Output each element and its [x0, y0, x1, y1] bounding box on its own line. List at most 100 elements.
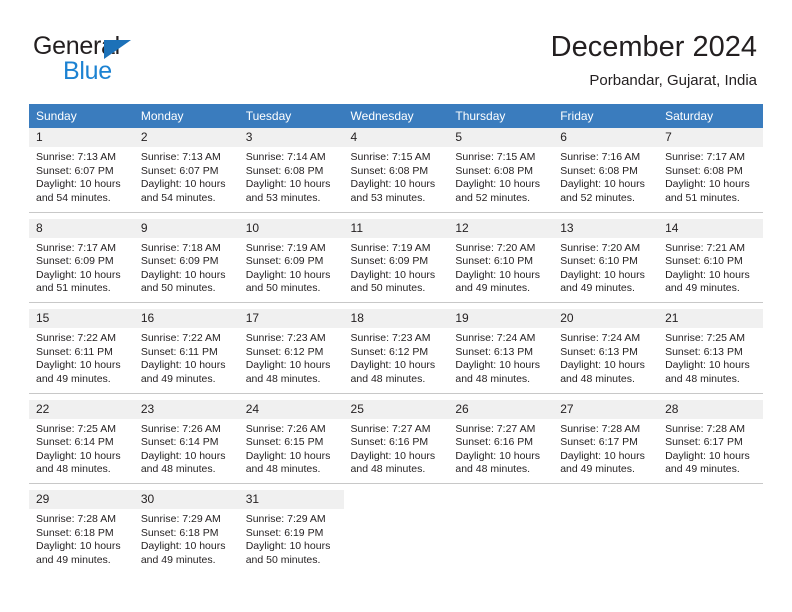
daylight-duration-line2: and 49 minutes.	[665, 463, 740, 476]
sunset-time: Sunset: 6:10 PM	[665, 255, 743, 268]
day-number: 25	[343, 399, 449, 419]
calendar-page: General Blue December 2024 Porbandar, Gu…	[0, 0, 792, 612]
daylight-duration-line2: and 48 minutes.	[350, 463, 426, 476]
daylight-duration-line1: Daylight: 10 hours	[350, 178, 436, 191]
calendar-day-cell[interactable]: 22 Sunrise: 7:25 AM Sunset: 6:14 PM Dayligh…	[29, 399, 134, 484]
calendar-day-cell[interactable]: 14 Sunrise: 7:21 AM Sunset: 6:10 PM Dayligh…	[658, 218, 763, 303]
sunrise-time: Sunrise: 7:29 AM	[140, 513, 221, 525]
daylight-duration-line2: and 50 minutes.	[245, 553, 321, 566]
day-number: 19	[448, 309, 554, 328]
sunrise-time: Sunrise: 7:15 AM	[455, 151, 536, 163]
calendar-day-cell[interactable]: 18 Sunrise: 7:23 AM Sunset: 6:12 PM Dayligh…	[343, 309, 449, 393]
daylight-duration-line1: Daylight: 10 hours	[665, 268, 750, 281]
calendar-day-cell[interactable]: 31 Sunrise: 7:29 AM Sunset: 6:19 PM Dayligh…	[238, 490, 344, 574]
daylight-duration-line2: and 50 minutes.	[140, 282, 216, 295]
calendar-day-cell[interactable]: 13 Sunrise: 7:20 AM Sunset: 6:10 PM Dayligh…	[553, 218, 659, 303]
daylight-duration-line1: Daylight: 10 hours	[245, 359, 331, 372]
day-sun-info: Sunrise: 7:16 AM Sunset: 6:08 PM Daylight:…	[553, 147, 658, 205]
day-sun-info: Sunrise: 7:23 AM Sunset: 6:12 PM Daylight:…	[239, 328, 344, 386]
day-number: 18	[343, 309, 449, 328]
daylight-duration-line2: and 50 minutes.	[245, 282, 321, 295]
sunrise-time: Sunrise: 7:25 AM	[665, 332, 746, 344]
sunset-time: Sunset: 6:10 PM	[455, 255, 534, 268]
day-sun-info: Sunrise: 7:24 AM Sunset: 6:13 PM Daylight:…	[553, 328, 658, 386]
daylight-duration-line1: Daylight: 10 hours	[36, 540, 121, 553]
day-sun-info: Sunrise: 7:15 AM Sunset: 6:08 PM Daylight:…	[448, 147, 553, 205]
weekday-header-saturday: Saturday	[658, 104, 763, 128]
day-number: 3	[238, 128, 344, 147]
daylight-duration-line2: and 48 minutes.	[665, 372, 740, 385]
calendar-day-cell[interactable]: 17 Sunrise: 7:23 AM Sunset: 6:12 PM Dayligh…	[238, 309, 344, 393]
calendar-day-cell[interactable]: 11 Sunrise: 7:19 AM Sunset: 6:09 PM Dayligh…	[343, 218, 449, 303]
day-sun-info	[553, 509, 658, 513]
calendar-day-cell[interactable]: 1 Sunrise: 7:13 AM Sunset: 6:07 PM Daylight…	[29, 128, 134, 212]
sunrise-time: Sunrise: 7:29 AM	[245, 513, 326, 525]
calendar-day-cell[interactable]: 15 Sunrise: 7:22 AM Sunset: 6:11 PM Dayligh…	[29, 309, 134, 393]
day-number: 24	[238, 399, 344, 419]
calendar-day-cell[interactable]: 12 Sunrise: 7:20 AM Sunset: 6:10 PM Dayligh…	[448, 218, 554, 303]
calendar-day-cell[interactable]: 19 Sunrise: 7:24 AM Sunset: 6:13 PM Dayligh…	[448, 309, 554, 393]
day-sun-info: Sunrise: 7:23 AM Sunset: 6:12 PM Daylight:…	[344, 328, 449, 386]
calendar-day-cell[interactable]: 23 Sunrise: 7:26 AM Sunset: 6:14 PM Dayligh…	[133, 399, 239, 484]
calendar-day-cell[interactable]: 21 Sunrise: 7:25 AM Sunset: 6:13 PM Dayligh…	[658, 309, 763, 393]
day-sun-info: Sunrise: 7:19 AM Sunset: 6:09 PM Daylight:…	[344, 238, 449, 296]
day-sun-info: Sunrise: 7:25 AM Sunset: 6:13 PM Daylight:…	[658, 328, 763, 386]
day-number: 5	[448, 128, 554, 147]
calendar-day-cell[interactable]: 28 Sunrise: 7:28 AM Sunset: 6:17 PM Dayligh…	[658, 399, 763, 484]
sunset-time: Sunset: 6:09 PM	[140, 255, 219, 268]
daylight-duration-line2: and 48 minutes.	[245, 463, 321, 476]
calendar-day-cell[interactable]: 7 Sunrise: 7:17 AM Sunset: 6:08 PM Daylight…	[658, 128, 763, 212]
calendar-day-cell[interactable]: 30 Sunrise: 7:29 AM Sunset: 6:18 PM Dayligh…	[133, 490, 239, 574]
calendar-day-cell[interactable]: 9 Sunrise: 7:18 AM Sunset: 6:09 PM Daylight…	[133, 218, 239, 303]
daylight-duration-line2: and 48 minutes.	[36, 463, 111, 476]
calendar-day-cell[interactable]: 25 Sunrise: 7:27 AM Sunset: 6:16 PM Dayligh…	[343, 399, 449, 484]
sunset-time: Sunset: 6:13 PM	[560, 345, 638, 358]
calendar-day-cell[interactable]: 2 Sunrise: 7:13 AM Sunset: 6:07 PM Daylight…	[133, 128, 239, 212]
daylight-duration-line2: and 49 minutes.	[560, 282, 635, 295]
calendar-day-cell[interactable]: 3 Sunrise: 7:14 AM Sunset: 6:08 PM Daylight…	[238, 128, 344, 212]
calendar-grid: Sunday Monday Tuesday Wednesday Thursday…	[29, 104, 763, 574]
calendar-week-row: 22 Sunrise: 7:25 AM Sunset: 6:14 PM Dayligh…	[29, 399, 763, 484]
day-sun-info: Sunrise: 7:28 AM Sunset: 6:17 PM Daylight:…	[553, 419, 658, 477]
sunset-time: Sunset: 6:14 PM	[36, 436, 114, 449]
day-number: 7	[658, 128, 763, 147]
daylight-duration-line1: Daylight: 10 hours	[140, 449, 226, 462]
calendar-day-cell[interactable]: 16 Sunrise: 7:22 AM Sunset: 6:11 PM Dayligh…	[133, 309, 239, 393]
day-number	[448, 490, 554, 509]
calendar-week-row: 1 Sunrise: 7:13 AM Sunset: 6:07 PM Daylight…	[29, 128, 763, 212]
calendar-day-cell[interactable]: 26 Sunrise: 7:27 AM Sunset: 6:16 PM Dayligh…	[448, 399, 554, 484]
daylight-duration-line1: Daylight: 10 hours	[140, 178, 226, 191]
sunset-time: Sunset: 6:08 PM	[665, 164, 743, 177]
calendar-day-cell[interactable]: 5 Sunrise: 7:15 AM Sunset: 6:08 PM Daylight…	[448, 128, 554, 212]
sunset-time: Sunset: 6:18 PM	[36, 526, 114, 539]
calendar-day-cell[interactable]: 6 Sunrise: 7:16 AM Sunset: 6:08 PM Daylight…	[553, 128, 659, 212]
day-number: 17	[238, 309, 344, 328]
calendar-day-cell[interactable]: 8 Sunrise: 7:17 AM Sunset: 6:09 PM Daylight…	[29, 218, 134, 303]
calendar-day-cell[interactable]: 20 Sunrise: 7:24 AM Sunset: 6:13 PM Dayligh…	[553, 309, 659, 393]
calendar-day-cell[interactable]: 29 Sunrise: 7:28 AM Sunset: 6:18 PM Dayligh…	[29, 490, 134, 574]
calendar-day-cell[interactable]: 4 Sunrise: 7:15 AM Sunset: 6:08 PM Daylight…	[343, 128, 449, 212]
daylight-duration-line1: Daylight: 10 hours	[560, 178, 645, 191]
day-sun-info: Sunrise: 7:13 AM Sunset: 6:07 PM Daylight:…	[134, 147, 239, 205]
daylight-duration-line1: Daylight: 10 hours	[350, 449, 436, 462]
day-number: 29	[29, 490, 134, 509]
sunset-time: Sunset: 6:17 PM	[665, 436, 743, 449]
sunset-time: Sunset: 6:13 PM	[455, 345, 534, 358]
sunrise-time: Sunrise: 7:17 AM	[665, 151, 746, 163]
day-sun-info: Sunrise: 7:18 AM Sunset: 6:09 PM Daylight:…	[134, 238, 239, 296]
sunset-time: Sunset: 6:10 PM	[560, 255, 638, 268]
sunrise-time: Sunrise: 7:18 AM	[140, 241, 221, 254]
day-sun-info: Sunrise: 7:24 AM Sunset: 6:13 PM Daylight:…	[448, 328, 553, 386]
day-number: 30	[133, 490, 239, 509]
sunset-time: Sunset: 6:17 PM	[560, 436, 638, 449]
calendar-day-cell[interactable]: 24 Sunrise: 7:26 AM Sunset: 6:15 PM Dayligh…	[238, 399, 344, 484]
day-sun-info: Sunrise: 7:29 AM Sunset: 6:19 PM Daylight:…	[239, 509, 344, 567]
calendar-head: Sunday Monday Tuesday Wednesday Thursday…	[29, 104, 763, 128]
daylight-duration-line2: and 49 minutes.	[36, 372, 111, 385]
calendar-day-cell[interactable]: 27 Sunrise: 7:28 AM Sunset: 6:17 PM Dayligh…	[553, 399, 659, 484]
sunrise-time: Sunrise: 7:13 AM	[140, 151, 221, 163]
calendar-day-cell[interactable]: 10 Sunrise: 7:19 AM Sunset: 6:09 PM Dayligh…	[238, 218, 344, 303]
day-number: 10	[238, 218, 344, 238]
sunrise-time: Sunrise: 7:25 AM	[36, 422, 116, 435]
daylight-duration-line1: Daylight: 10 hours	[560, 268, 645, 281]
